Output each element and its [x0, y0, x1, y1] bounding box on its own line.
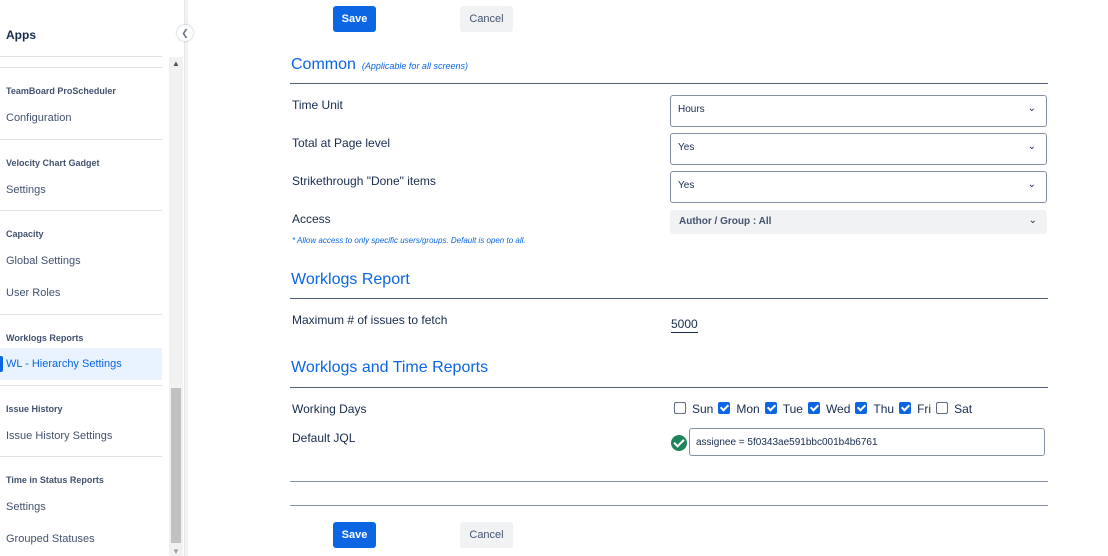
day-label: Sat: [954, 402, 973, 416]
sidebar-item-velocity-settings[interactable]: Settings: [6, 184, 46, 196]
cancel-button-bottom[interactable]: Cancel: [460, 522, 513, 548]
chevron-down-icon: ⌄: [1027, 179, 1036, 190]
access-hint: * Allow access to only specific users/gr…: [292, 236, 526, 245]
checkbox-checked-icon[interactable]: [899, 402, 912, 414]
scroll-thumb[interactable]: [171, 388, 181, 543]
section-divider: [290, 298, 1048, 299]
sidebar-title: Apps: [6, 28, 36, 42]
sidebar-divider: [0, 56, 162, 57]
section-divider: [290, 387, 1048, 388]
sidebar-item-grouped-statuses[interactable]: Grouped Statuses: [6, 533, 95, 545]
sidebar-item-issue-history-settings[interactable]: Issue History Settings: [6, 430, 112, 442]
day-label: Mon: [736, 402, 760, 416]
day-label: Tue: [782, 402, 803, 416]
sidebar-heading-worklogs: Worklogs Reports: [6, 333, 84, 343]
section-title-common: Common (Applicable for all screens): [291, 56, 468, 74]
sidebar-resize-edge[interactable]: [184, 0, 188, 556]
day-label: Fri: [917, 402, 932, 416]
chevron-down-icon: ⌄: [1027, 103, 1036, 114]
default-jql-input[interactable]: [689, 428, 1045, 456]
time-unit-select[interactable]: Hours ⌄: [670, 95, 1047, 127]
section-divider: [290, 83, 1048, 84]
section-divider: [290, 481, 1048, 482]
section-title-worklogs-time: Worklogs and Time Reports: [291, 359, 489, 376]
save-button-bottom[interactable]: Save: [333, 522, 376, 548]
max-issues-label: Maximum # of issues to fetch: [292, 313, 448, 327]
day-checkbox-sat[interactable]: Sat: [936, 402, 972, 416]
sidebar-divider: [0, 314, 162, 315]
checkbox-unchecked-icon[interactable]: [936, 402, 949, 414]
checkbox-checked-icon[interactable]: [764, 402, 777, 414]
section-note: (Applicable for all screens): [361, 61, 468, 71]
access-value: Author / Group : All: [679, 216, 772, 227]
sidebar-divider: [0, 210, 162, 211]
working-days-label: Working Days: [292, 402, 367, 416]
max-issues-value[interactable]: 5000: [671, 317, 698, 333]
day-label: Sun: [692, 402, 714, 416]
sidebar-divider: [0, 67, 162, 68]
sidebar-item-global-settings[interactable]: Global Settings: [6, 255, 81, 267]
section-title-worklogs-report: Worklogs Report: [291, 271, 410, 288]
time-unit-value: Hours: [678, 104, 705, 115]
chevron-down-icon: ⌄: [1027, 141, 1036, 152]
strikethrough-label: Strikethrough "Done" items: [292, 174, 436, 188]
checkbox-checked-icon[interactable]: [718, 402, 731, 414]
default-jql-label: Default JQL: [292, 431, 356, 445]
day-checkbox-thu[interactable]: Thu: [855, 402, 894, 416]
day-checkbox-sun[interactable]: Sun: [674, 402, 713, 416]
checkbox-checked-icon[interactable]: [807, 402, 820, 414]
chevron-left-icon[interactable]: ❮: [177, 25, 193, 41]
day-checkbox-tue[interactable]: Tue: [764, 402, 803, 416]
sidebar-heading-time-in-status: Time in Status Reports: [6, 475, 104, 485]
sidebar-scrollbar[interactable]: ▲ ▼: [169, 57, 183, 556]
checkbox-checked-icon[interactable]: [855, 402, 868, 414]
sidebar-item-user-roles[interactable]: User Roles: [6, 287, 60, 299]
sidebar-heading-issue-history: Issue History: [6, 404, 63, 414]
working-days-checkboxes: Sun Mon Tue Wed Thu Fri Sat: [674, 402, 977, 418]
sidebar-item-wl-hierarchy-label[interactable]: WL - Hierarchy Settings: [6, 358, 122, 370]
day-checkbox-wed[interactable]: Wed: [807, 402, 851, 416]
save-button-top[interactable]: Save: [333, 6, 376, 32]
total-page-level-select[interactable]: Yes ⌄: [670, 133, 1047, 165]
access-label: Access: [292, 212, 331, 226]
check-circle-icon: [671, 435, 687, 451]
day-checkbox-fri[interactable]: Fri: [899, 402, 931, 416]
scroll-up-arrow-icon[interactable]: ▲: [172, 59, 180, 68]
total-page-level-label: Total at Page level: [292, 136, 391, 150]
section-divider: [290, 505, 1048, 506]
time-unit-label: Time Unit: [292, 98, 343, 112]
sidebar-heading-velocity: Velocity Chart Gadget: [6, 158, 100, 168]
sidebar-divider: [0, 456, 162, 457]
day-label: Wed: [825, 402, 851, 416]
checkbox-unchecked-icon[interactable]: [674, 402, 686, 414]
sidebar: Apps TeamBoard ProScheduler Configuratio…: [0, 0, 184, 556]
section-title-common-text: Common: [291, 56, 356, 73]
scroll-down-arrow-icon[interactable]: ▼: [172, 547, 180, 556]
chevron-down-icon: ⌄: [1028, 215, 1037, 226]
day-checkbox-mon[interactable]: Mon: [718, 402, 760, 416]
sidebar-divider: [0, 385, 162, 386]
cancel-button-top[interactable]: Cancel: [460, 6, 513, 32]
total-page-level-value: Yes: [678, 142, 695, 153]
sidebar-heading-teamboard: TeamBoard ProScheduler: [6, 86, 116, 96]
sidebar-item-tis-settings[interactable]: Settings: [6, 501, 46, 513]
day-label: Thu: [873, 402, 895, 416]
sidebar-heading-capacity: Capacity: [6, 229, 44, 239]
strikethrough-select[interactable]: Yes ⌄: [670, 171, 1047, 203]
sidebar-divider: [0, 139, 162, 140]
active-indicator: [0, 356, 3, 372]
strikethrough-value: Yes: [678, 180, 695, 191]
access-select[interactable]: Author / Group : All ⌄: [670, 210, 1047, 234]
sidebar-item-configuration[interactable]: Configuration: [6, 112, 71, 124]
